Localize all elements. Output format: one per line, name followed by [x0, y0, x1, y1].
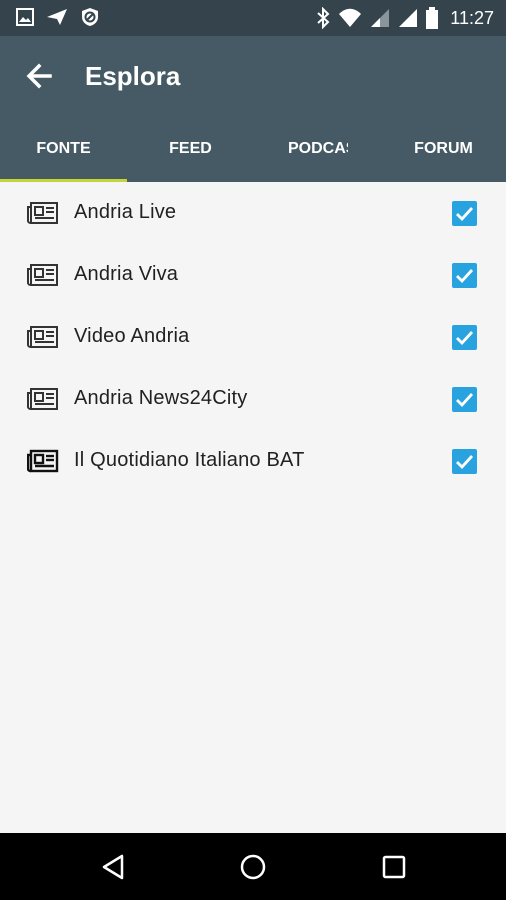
bluetooth-icon [317, 7, 330, 29]
checkmark-icon [456, 207, 474, 222]
list-item[interactable]: Andria Live [0, 182, 506, 244]
tab-fonte[interactable]: FONTE [0, 128, 127, 182]
battery-icon [426, 7, 439, 29]
recents-square-icon [382, 855, 406, 879]
nav-home-button[interactable] [237, 851, 269, 883]
signal-icon [399, 9, 418, 27]
source-checkbox[interactable] [452, 449, 477, 474]
newspaper-icon [27, 264, 58, 286]
source-checkbox[interactable] [452, 201, 477, 226]
status-time: 11:27 [450, 8, 494, 28]
tab-feed[interactable]: FEED [127, 128, 254, 182]
tab-bar: FONTE FEED PODCAST FORUM [0, 128, 506, 182]
source-checkbox[interactable] [452, 263, 477, 288]
app-bar: Esplora FONTE FEED PODCAST FORUM [0, 36, 506, 182]
source-list: Andria Live Andria Viva Video Andria And… [0, 182, 506, 492]
tab-forum[interactable]: FORUM [380, 128, 506, 182]
list-item[interactable]: Andria News24City [0, 368, 506, 430]
arrow-left-icon [26, 63, 52, 89]
list-item[interactable]: Andria Viva [0, 244, 506, 306]
send-icon [47, 9, 67, 25]
tab-podcast[interactable]: PODCAST [254, 128, 348, 182]
tab-label: FORUM [414, 140, 473, 157]
list-item[interactable]: Video Andria [0, 306, 506, 368]
system-nav-bar [0, 833, 506, 900]
blocked-icon [82, 8, 98, 26]
source-name: Andria Live [74, 201, 177, 223]
source-checkbox[interactable] [452, 325, 477, 350]
back-button[interactable] [22, 58, 58, 94]
tab-label: FEED [169, 140, 212, 157]
source-checkbox[interactable] [452, 387, 477, 412]
page-title: Esplora [85, 61, 181, 91]
newspaper-icon [27, 388, 58, 410]
checkmark-icon [456, 455, 474, 470]
nav-back-button[interactable] [98, 851, 130, 883]
home-circle-icon [240, 854, 266, 880]
list-item[interactable]: Il Quotidiano Italiano BAT [0, 430, 506, 492]
image-icon [16, 8, 34, 26]
tab-label: PODCAST [288, 140, 348, 157]
status-bar: 11:27 [0, 0, 506, 36]
source-name: Andria Viva [74, 263, 179, 285]
back-triangle-icon [102, 854, 124, 880]
newspaper-icon [27, 202, 58, 224]
newspaper-icon [27, 449, 59, 473]
source-name: Video Andria [74, 325, 190, 347]
tab-label: FONTE [36, 140, 91, 157]
checkmark-icon [456, 331, 474, 346]
checkmark-icon [456, 393, 474, 408]
source-name: Andria News24City [74, 387, 248, 409]
newspaper-icon [27, 326, 58, 348]
source-name: Il Quotidiano Italiano BAT [74, 449, 305, 471]
signal-icon [371, 9, 390, 27]
status-bar-notifications [16, 7, 100, 27]
nav-recents-button[interactable] [378, 851, 410, 883]
wifi-icon [339, 8, 362, 27]
checkmark-icon [456, 269, 474, 284]
status-bar-system: 11:27 [316, 6, 494, 30]
